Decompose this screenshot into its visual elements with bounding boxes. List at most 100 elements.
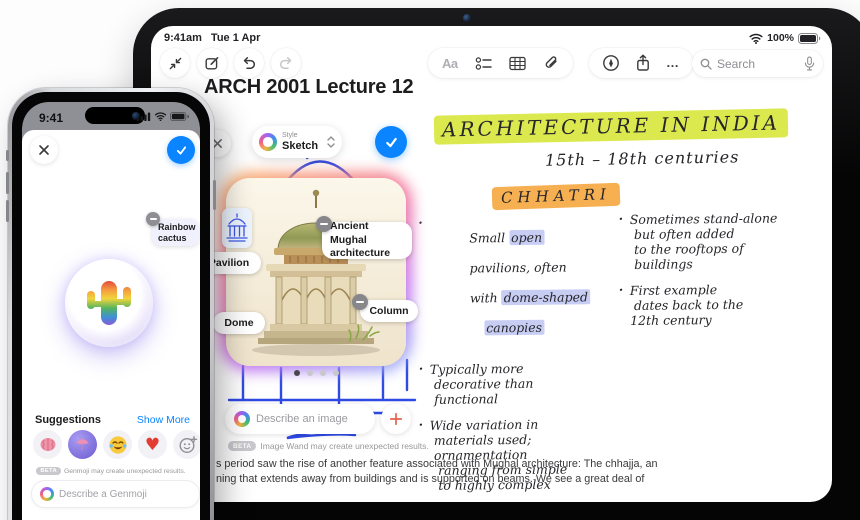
genmoji-beta-note: BETA Genmoji may create unexpected resul… [22,467,200,475]
add-emoji-suggestion[interactable] [173,430,200,459]
note-title: ARCH 2001 Lecture 12 [204,76,414,98]
mute-switch [6,150,9,161]
heart-emoji-suggestion[interactable]: ♥ [138,430,167,459]
iphone-device: 9:41 Rainbow cactus Suggestions Show Mor… [6,88,216,520]
remove-prompt-button[interactable] [146,212,160,226]
page-dot[interactable] [333,370,339,376]
pencil-markup-icon[interactable] [602,54,620,72]
ipad-status-date: Tue 1 Apr [210,32,261,44]
ipad-search-field[interactable] [692,50,823,77]
ipad-toolbar-left [160,48,301,78]
apple-intelligence-icon [40,487,54,501]
minus-icon [356,301,364,303]
stage: 9:41am Tue 1 Apr 100% Aa … Search ARCH 2… [0,0,860,520]
ipad-front-camera [463,14,471,22]
minus-icon [320,223,328,225]
beta-badge: BETA [36,467,61,475]
minus-icon [149,218,157,220]
remove-tag-button[interactable] [316,216,332,232]
redo-icon[interactable] [271,48,301,78]
describe-genmoji-input[interactable] [59,488,191,500]
style-dropdown[interactable]: Style Sketch [252,126,342,158]
ipad-status-time: 9:41am [164,32,202,44]
ipad-screen: 9:41am Tue 1 Apr 100% Aa … Search ARCH 2… [151,26,832,502]
plus-icon [389,412,403,426]
image-wand-accept-button[interactable] [375,126,407,158]
umbrella-emoji-suggestion-selected[interactable]: ☂ [68,430,97,459]
describe-genmoji-field[interactable] [31,480,200,508]
collapse-icon[interactable] [160,48,190,78]
text-format-icon[interactable]: Aa [442,56,458,71]
apple-intelligence-icon [234,411,250,427]
tag-column: Column [360,300,418,322]
suggestions-title: Suggestions [35,414,102,426]
brain-emoji-suggestion[interactable] [33,430,62,459]
iphone-screen: 9:41 Rainbow cactus Suggestions Show Mor… [22,102,200,520]
volume-up-button [6,172,9,194]
genmoji-close-button[interactable] [30,136,58,164]
page-dot[interactable] [307,370,313,376]
style-dropdown-label: Style [282,132,298,139]
search-input[interactable] [717,56,799,71]
heart-icon: ♥ [144,434,161,455]
apple-intelligence-icon [259,133,277,151]
page-dot-active[interactable] [294,370,300,376]
mic-icon[interactable] [804,56,815,71]
wifi-icon [749,33,763,44]
more-ellipsis-icon[interactable]: … [666,56,680,69]
note-bullet: First example dates back to the 12th cen… [619,281,829,328]
describe-image-input[interactable] [256,413,366,425]
show-more-link[interactable]: Show More [137,414,190,426]
beta-badge: BETA [228,441,257,451]
iphone-bezel: 9:41 Rainbow cactus Suggestions Show Mor… [12,92,210,520]
compose-icon[interactable] [197,48,227,78]
genmoji-accept-button[interactable] [167,136,195,164]
iphone-status-time: 9:41 [39,111,64,125]
page-dot[interactable] [320,370,326,376]
iphone-status-icons [137,112,189,121]
original-sketch-thumbnail[interactable] [222,208,252,248]
remove-tag-button[interactable] [352,294,368,310]
note-bullet: Sometimes stand-alone but often added to… [619,210,830,272]
battery-percent-label: 100% [767,32,794,44]
genmoji-preview-bubble [65,259,153,347]
handwritten-heading: ARCHITECTURE IN INDIA [433,108,789,145]
undo-icon[interactable] [234,48,264,78]
checkmark-icon [176,145,186,155]
handwritten-notes-right-column: Sometimes stand-alone but often added to… [619,210,830,338]
image-wand-beta-note: BETA Image Wand may create unexpected re… [228,441,429,451]
attachment-paperclip-icon[interactable] [543,55,559,71]
handwritten-section-heading: CHHATRI [491,182,621,211]
laughing-emoji-suggestion[interactable] [103,430,132,459]
checklist-icon[interactable] [475,56,492,71]
emoji-suggestions-row: ☂ ♥ [33,430,200,459]
handwritten-subheading: 15th – 18th centuries [544,147,740,170]
note-bullet: Small open pavilions, often with dome-sh… [418,214,619,351]
chevron-up-down-icon [327,136,335,148]
search-icon [700,58,712,70]
dynamic-island [85,107,145,124]
add-suggestion-button[interactable] [381,404,411,434]
describe-image-field[interactable] [225,404,375,434]
ipad-toolbar-format: Aa [428,48,573,78]
close-icon [39,145,49,155]
result-pagination-dots[interactable] [294,370,339,376]
volume-down-button [6,200,9,222]
ipad-toolbar-tools: … [589,48,693,78]
battery-icon [798,32,821,44]
checkmark-icon [385,137,397,147]
note-body-text: s period saw the rise of another feature… [216,458,658,485]
cellular-signal-icon [137,112,151,121]
note-bullet: Typically more decorative than functiona… [419,360,619,407]
genmoji-prompt-tag: Rainbow cactus [152,219,199,246]
tag-ancient-mughal-architecture: Ancient Mughal architecture [322,220,412,259]
ipad-status-bar-left: 9:41am Tue 1 Apr [164,32,260,44]
wifi-icon [154,112,167,121]
umbrella-icon: ☂ [75,435,90,454]
ipad-device: 9:41am Tue 1 Apr 100% Aa … Search ARCH 2… [133,8,860,520]
tag-dome: Dome [213,312,265,334]
table-icon[interactable] [508,56,526,71]
share-icon[interactable] [635,54,651,72]
rainbow-cactus-emoji [87,281,131,325]
ipad-status-bar-right: 100% [749,32,821,44]
